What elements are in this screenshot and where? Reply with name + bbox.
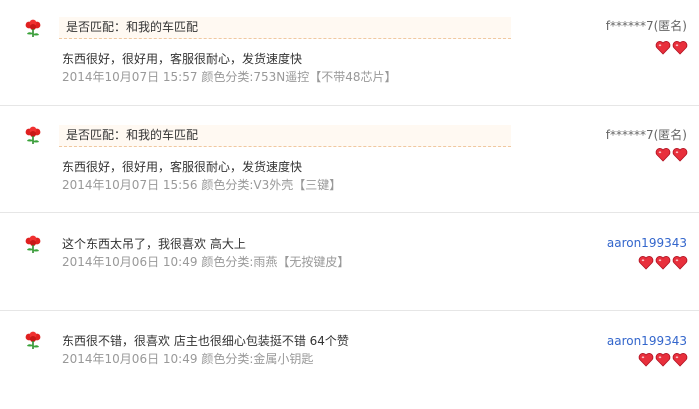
rose-flower-icon: [24, 126, 42, 146]
sku-label: 颜色分类:: [201, 70, 254, 84]
heart-icon: [655, 148, 671, 162]
review-date: 2014年10月06日 10:49: [62, 352, 198, 366]
review-meta: 2014年10月07日 15:57 颜色分类:753N遥控【不带48芯片】: [62, 69, 397, 85]
buyer-rank[interactable]: [638, 255, 688, 271]
heart-icon: [655, 256, 671, 270]
review-item: 是否匹配：和我的车匹配 东西很好，很好用，客服很耐心，发货速度快 2014年10…: [0, 0, 699, 106]
sku-label: 颜色分类:: [201, 255, 254, 269]
heart-icon: [672, 353, 688, 367]
review-date: 2014年10月07日 15:56: [62, 178, 198, 192]
heart-icon: [672, 256, 688, 270]
rose-flower-icon: [24, 235, 42, 255]
sku-value: 金属小钥匙: [253, 352, 314, 366]
review-content: 这个东西太吊了，我很喜欢 高大上: [62, 237, 246, 251]
heart-icon: [638, 256, 654, 270]
sku-value: V3外壳【三键】: [253, 178, 342, 192]
reviewer-name: f******7(匿名): [605, 128, 687, 142]
reviewer-name-link[interactable]: aaron199343: [607, 333, 687, 349]
heart-icon: [672, 148, 688, 162]
sku-value: 雨燕【无按键皮】: [253, 255, 350, 269]
review-content: 东西很不错，很喜欢 店主也很细心包装挺不错 64个赞: [62, 334, 349, 348]
review-item: 是否匹配：和我的车匹配 东西很好，很好用，客服很耐心，发货速度快 2014年10…: [0, 106, 699, 213]
review-date: 2014年10月06日 10:49: [62, 255, 198, 269]
review-date: 2014年10月07日 15:57: [62, 70, 198, 84]
sku-value: 753N遥控【不带48芯片】: [253, 70, 397, 84]
match-info: 是否匹配：和我的车匹配: [59, 125, 511, 147]
heart-icon: [638, 353, 654, 367]
review-item: 这个东西太吊了，我很喜欢 高大上 2014年10月06日 10:49 颜色分类:…: [0, 213, 699, 311]
match-info: 是否匹配：和我的车匹配: [59, 17, 511, 39]
sku-label: 颜色分类:: [201, 178, 254, 192]
heart-icon: [655, 353, 671, 367]
reviewer-name-link[interactable]: aaron199343: [607, 235, 687, 251]
heart-icon: [655, 41, 671, 55]
review-content: 东西很好，很好用，客服很耐心，发货速度快: [62, 52, 303, 66]
heart-icon: [672, 41, 688, 55]
rose-flower-icon: [24, 19, 42, 39]
buyer-rank[interactable]: [655, 147, 688, 163]
review-content: 东西很好，很好用，客服很耐心，发货速度快: [62, 160, 303, 174]
buyer-rank[interactable]: [655, 40, 688, 56]
review-meta: 2014年10月06日 10:49 颜色分类:雨燕【无按键皮】: [62, 254, 349, 270]
buyer-rank[interactable]: [638, 352, 688, 368]
reviewer-name: f******7(匿名): [605, 19, 687, 33]
review-meta: 2014年10月07日 15:56 颜色分类:V3外壳【三键】: [62, 177, 341, 193]
rose-flower-icon: [24, 331, 42, 351]
sku-label: 颜色分类:: [201, 352, 254, 366]
review-item: 东西很不错，很喜欢 店主也很细心包装挺不错 64个赞 2014年10月06日 1…: [0, 311, 699, 409]
review-meta: 2014年10月06日 10:49 颜色分类:金属小钥匙: [62, 351, 313, 367]
